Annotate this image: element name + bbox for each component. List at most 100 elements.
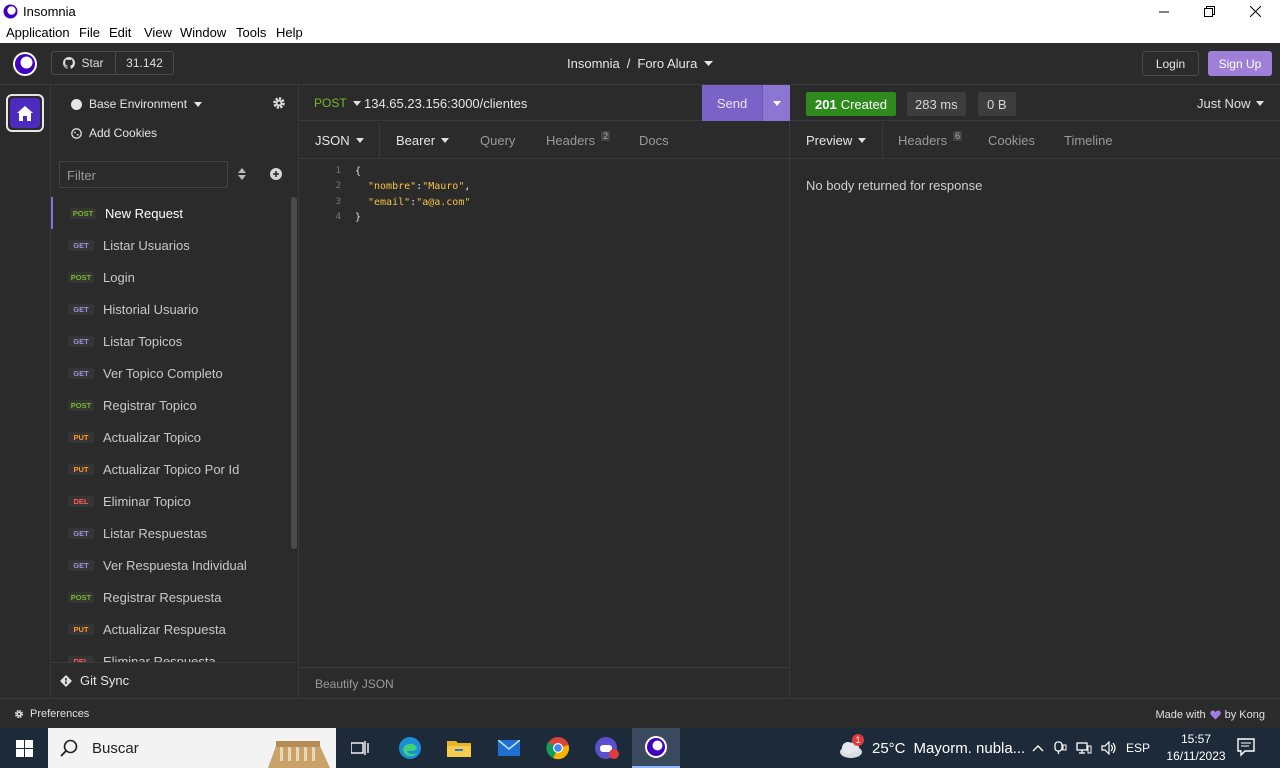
minimize-button[interactable] <box>1141 0 1187 23</box>
tab-preview[interactable]: Preview <box>806 133 867 148</box>
game-app-icon[interactable] <box>583 728 631 768</box>
weather-widget[interactable]: 1 25°C Mayorm. nubla... <box>838 728 1025 768</box>
sidebar-request-item[interactable]: DEL Eliminar Topico <box>51 485 291 517</box>
gear-icon[interactable] <box>272 96 286 110</box>
sidebar-request-item[interactable]: GET Ver Respuesta Individual <box>51 549 291 581</box>
tab-timeline[interactable]: Timeline <box>1064 133 1113 148</box>
github-star-button[interactable]: Star <box>52 52 116 74</box>
chevron-down-icon[interactable] <box>704 60 714 67</box>
file-explorer-icon[interactable] <box>435 728 483 768</box>
method-badge: POST <box>68 591 94 603</box>
sidebar-request-item[interactable]: GET Historial Usuario <box>51 293 291 325</box>
edge-browser-icon[interactable] <box>386 728 434 768</box>
insomnia-taskbar-icon[interactable] <box>632 728 680 768</box>
clock-time: 15:57 <box>1180 732 1212 746</box>
chrome-icon[interactable] <box>534 728 582 768</box>
login-button[interactable]: Login <box>1142 51 1199 76</box>
menu-file[interactable]: File <box>79 25 100 40</box>
made-with-label: Made with <box>1155 709 1206 721</box>
environment-color-icon <box>71 98 82 110</box>
response-status-bar: 201 Created 283 ms 0 B Just Now <box>790 85 1280 121</box>
task-view-icon[interactable] <box>336 728 384 768</box>
meet-now-icon[interactable] <box>1053 741 1067 755</box>
weather-description: Mayorm. nubla... <box>913 739 1026 757</box>
json-key: "nombre" <box>368 181 417 192</box>
sidebar-request-item[interactable]: POST Registrar Topico <box>51 389 291 421</box>
menu-window[interactable]: Window <box>180 25 226 40</box>
status-code: 201 <box>815 96 837 112</box>
chevron-down-icon <box>772 100 781 106</box>
system-clock[interactable]: 15:57 16/11/2023 <box>1162 731 1230 765</box>
request-name: Eliminar Topico <box>103 493 191 509</box>
add-cookies-button[interactable]: Add Cookies <box>71 126 157 140</box>
method-selector[interactable]: POST <box>314 96 361 110</box>
send-options-button[interactable] <box>762 85 790 121</box>
sidebar-request-item[interactable]: PUT Actualizar Topico Por Id <box>51 453 291 485</box>
volume-icon[interactable] <box>1101 741 1117 755</box>
chevron-up-icon[interactable] <box>1032 744 1044 752</box>
window-titlebar: Insomnia <box>0 0 1280 23</box>
sidebar-request-item[interactable]: POST New Request <box>51 197 291 229</box>
json-body-editor[interactable]: 1 { 2 "nombre":"Mauro", 3 "email":"a@a.c… <box>299 164 790 664</box>
restore-button[interactable] <box>1186 0 1232 23</box>
response-history-dropdown[interactable]: Just Now <box>1197 96 1265 111</box>
url-input[interactable]: 134.65.23.156:3000/clientes <box>364 96 527 111</box>
request-name: Registrar Respuesta <box>103 589 222 605</box>
beautify-json-button[interactable]: Beautify JSON <box>299 667 790 698</box>
tab-cookies[interactable]: Cookies <box>988 133 1035 148</box>
sidebar-request-item[interactable]: POST Login <box>51 261 291 293</box>
preferences-button[interactable]: Preferences <box>14 708 89 720</box>
json-comma: , <box>464 181 471 192</box>
taskbar-search[interactable]: Buscar <box>48 728 336 768</box>
tab-query[interactable]: Query <box>480 133 515 148</box>
tab-docs[interactable]: Docs <box>639 133 669 148</box>
sidebar-request-item[interactable]: GET Listar Respuestas <box>51 517 291 549</box>
network-icon[interactable] <box>1076 741 1092 755</box>
github-icon <box>63 57 76 69</box>
tab-auth[interactable]: Bearer <box>396 133 450 148</box>
sidebar-request-item[interactable]: POST Registrar Respuesta <box>51 581 291 613</box>
code-line: "nombre":"Mauro", <box>368 181 470 192</box>
menu-application[interactable]: Application <box>6 25 70 40</box>
mail-icon[interactable] <box>485 728 533 768</box>
git-sync-button[interactable]: Git Sync <box>51 662 299 698</box>
breadcrumb-project[interactable]: Insomnia <box>567 56 620 71</box>
add-request-icon[interactable] <box>270 168 282 180</box>
insomnia-logo-icon[interactable] <box>12 51 38 77</box>
sidebar-request-item[interactable]: GET Listar Topicos <box>51 325 291 357</box>
menu-edit[interactable]: Edit <box>109 25 131 40</box>
tab-headers[interactable]: Headers 2 <box>546 130 611 148</box>
send-button[interactable]: Send <box>702 85 762 121</box>
signup-button[interactable]: Sign Up <box>1208 51 1272 76</box>
menu-view[interactable]: View <box>144 25 172 40</box>
request-name: New Request <box>105 205 184 221</box>
language-indicator[interactable]: ESP <box>1126 741 1150 755</box>
start-button[interactable] <box>0 728 48 768</box>
tab-body[interactable]: JSON <box>315 133 364 148</box>
notification-center-icon[interactable] <box>1236 737 1256 757</box>
request-name: Actualizar Respuesta <box>103 621 226 637</box>
close-button[interactable] <box>1232 0 1278 23</box>
app-header: Star 31.142 Insomnia / Foro Alura Login … <box>0 43 1280 85</box>
sort-icon[interactable] <box>237 167 247 181</box>
search-icon <box>60 739 78 757</box>
menu-tools[interactable]: Tools <box>236 25 266 40</box>
request-name: Listar Topicos <box>103 333 183 349</box>
github-star-widget[interactable]: Star 31.142 <box>51 51 174 75</box>
sidebar-request-item[interactable]: PUT Actualizar Respuesta <box>51 613 291 645</box>
sidebar-request-item[interactable]: PUT Actualizar Topico <box>51 421 291 453</box>
request-tabs: JSON Bearer Query Headers 2 Docs <box>299 122 790 159</box>
line-number: 2 <box>335 181 341 191</box>
request-list: POST New Request GET Listar Usuarios POST Log… <box>51 197 291 662</box>
environment-selector[interactable]: Base Environment <box>71 97 203 111</box>
sidebar-scrollbar[interactable] <box>291 197 297 549</box>
breadcrumb-collection[interactable]: Foro Alura <box>637 56 697 71</box>
home-button[interactable] <box>6 94 44 132</box>
filter-input[interactable]: Filter <box>59 161 228 188</box>
menu-help[interactable]: Help <box>276 25 303 40</box>
sidebar-request-item[interactable]: DEL Eliminar Respuesta <box>51 645 291 662</box>
made-with-credit[interactable]: Made with by Kong <box>1155 709 1265 721</box>
tab-response-headers[interactable]: Headers 6 <box>898 130 963 148</box>
sidebar-request-item[interactable]: GET Listar Usuarios <box>51 229 291 261</box>
sidebar-request-item[interactable]: GET Ver Topico Completo <box>51 357 291 389</box>
